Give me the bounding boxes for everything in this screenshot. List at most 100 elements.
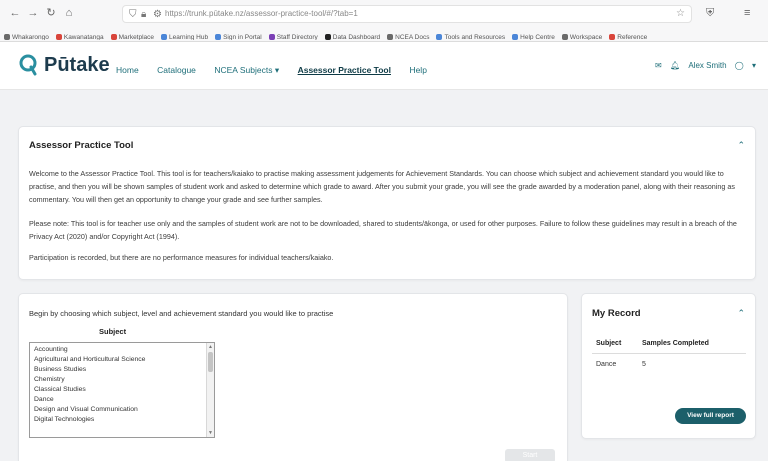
record-title: My Record <box>592 308 641 319</box>
bookmark-favicon-icon <box>215 34 222 40</box>
bookmark-label: Marketplace <box>118 34 155 40</box>
bookmark-favicon-icon <box>110 34 117 40</box>
bookmark-item[interactable]: Marketplace <box>110 31 155 40</box>
bookmark-favicon-icon <box>55 34 62 40</box>
nav-assessor-practice-tool[interactable]: Assessor Practice Tool <box>298 64 391 76</box>
bookmark-item[interactable]: Data Dashboard <box>324 31 381 40</box>
bookmark-favicon-icon <box>387 34 394 40</box>
bookmark-favicon-icon <box>324 34 331 40</box>
subject-option[interactable]: Business Studies <box>34 365 86 375</box>
start-button[interactable]: Start <box>505 449 555 461</box>
bookmark-favicon-icon <box>268 34 275 40</box>
bookmark-favicon-icon <box>512 34 519 40</box>
subject-option[interactable]: Chemistry <box>34 375 65 385</box>
bookmark-item[interactable]: Sign in Portal <box>215 31 262 40</box>
menu-icon[interactable]: ≡ <box>744 6 750 20</box>
intro-paragraph-3: Participation is recorded, but there are… <box>29 253 334 262</box>
user-name[interactable]: Alex Smith <box>688 61 726 70</box>
bookmark-label: Staff Directory <box>276 34 318 40</box>
bookmark-label: Tools and Resources <box>444 34 506 40</box>
putake-logo-icon <box>19 54 37 76</box>
record-row-subject: Dance <box>596 361 617 368</box>
forward-icon[interactable]: → <box>26 6 40 20</box>
bookmark-item[interactable]: Kawanatanga <box>55 31 104 40</box>
collapse-icon[interactable]: ⌃ <box>737 308 745 318</box>
bookmark-favicon-icon <box>609 34 616 40</box>
lock-icon[interactable]: 🔒︎ <box>141 7 146 23</box>
bookmark-item[interactable]: Learning Hub <box>161 31 208 40</box>
shield-icon[interactable]: ⛉ <box>129 7 137 23</box>
bookmark-favicon-icon <box>161 34 168 40</box>
bookmark-favicon-icon <box>561 34 568 40</box>
bookmark-label: Whakarongo <box>12 34 49 40</box>
bookmark-label: Kawanatanga <box>63 34 104 40</box>
app-header: Pūtake Home Catalogue NCEA Subjects ▾ As… <box>0 42 768 90</box>
intro-title: Assessor Practice Tool <box>29 140 134 151</box>
back-icon[interactable]: ← <box>8 6 22 20</box>
notifications-icon[interactable]: 🔔︎ <box>670 61 680 70</box>
chevron-down-icon: ▾ <box>274 65 280 75</box>
scroll-up-icon[interactable]: ▲ <box>207 343 214 351</box>
subject-selection-card: Begin by choosing which subject, level a… <box>18 293 568 461</box>
scroll-down-icon[interactable]: ▼ <box>207 429 214 437</box>
nav-help[interactable]: Help <box>409 64 426 76</box>
browser-chrome: ← → ↻ ⌂ ⛉ 🔒︎ ⚙ https://trunk.pūtake.nz/a… <box>0 0 768 42</box>
subject-option[interactable]: Design and Visual Communication <box>34 405 138 415</box>
bookmark-star-icon[interactable]: ☆ <box>676 6 685 22</box>
bookmarks-bar: Whakarongo Kawanatanga Marketplace Learning… <box>4 26 764 40</box>
nav-catalogue[interactable]: Catalogue <box>157 64 196 76</box>
record-row-samples: 5 <box>642 361 646 368</box>
scrollbar-thumb[interactable] <box>208 352 213 372</box>
address-bar[interactable]: ⛉ 🔒︎ ⚙ https://trunk.pūtake.nz/assessor-… <box>122 5 692 23</box>
messages-icon[interactable]: ✉ <box>655 61 662 70</box>
bookmark-label: Reference <box>617 34 648 40</box>
browser-toolbar: ← → ↻ ⌂ ⛉ 🔒︎ ⚙ https://trunk.pūtake.nz/a… <box>0 3 768 25</box>
subject-option[interactable]: Dance <box>34 395 54 405</box>
permissions-icon[interactable]: ⚙ <box>153 7 162 23</box>
listbox-scrollbar[interactable]: ▲ ▼ <box>206 343 214 437</box>
user-menu-chevron-icon[interactable]: ▾ <box>752 61 756 70</box>
bookmark-label: Help Centre <box>520 34 555 40</box>
bookmark-item[interactable]: Whakarongo <box>4 31 49 40</box>
reload-icon[interactable]: ↻ <box>44 6 58 20</box>
intro-paragraph-2: Please note: This tool is for teacher us… <box>29 219 737 241</box>
record-col-samples: Samples Completed <box>642 340 709 347</box>
bookmark-item[interactable]: Staff Directory <box>268 31 318 40</box>
bookmark-label: Learning Hub <box>169 34 209 40</box>
record-divider <box>592 353 746 354</box>
nav-ncea-subjects[interactable]: NCEA Subjects ▾ <box>214 64 279 76</box>
home-icon[interactable]: ⌂ <box>62 6 76 20</box>
subject-option[interactable]: Digital Technologies <box>34 415 94 425</box>
bookmark-label: Workspace <box>569 34 603 40</box>
nav-ncea-subjects-label: NCEA Subjects <box>214 65 273 75</box>
bookmark-favicon-icon <box>436 34 443 40</box>
my-record-card: My Record ⌃ Subject Samples Completed Da… <box>581 293 756 439</box>
header-user-area: ✉ 🔔︎ Alex Smith ◯ ▾ <box>649 60 756 74</box>
pocket-icon[interactable]: ⛨ <box>706 6 714 20</box>
main-nav: Home Catalogue NCEA Subjects ▾ Assessor … <box>116 60 441 76</box>
subject-label: Subject <box>99 327 127 336</box>
record-col-subject: Subject <box>596 340 622 347</box>
subject-option[interactable]: Accounting <box>34 345 68 355</box>
intro-card: Assessor Practice Tool ⌃ Welcome to the … <box>18 126 756 280</box>
bookmark-item[interactable]: NCEA Docs <box>387 31 429 40</box>
bookmark-item[interactable]: Reference <box>609 31 647 40</box>
bookmark-favicon-icon <box>4 34 10 40</box>
brand-name: Pūtake <box>44 54 110 76</box>
view-full-report-button[interactable]: View full report <box>675 408 746 424</box>
url-text[interactable]: https://trunk.pūtake.nz/assessor-practic… <box>165 6 358 22</box>
subject-listbox[interactable]: Accounting Agricultural and Horticultura… <box>29 342 215 438</box>
bookmark-item[interactable]: Help Centre <box>512 31 555 40</box>
intro-paragraph-1: Welcome to the Assessor Practice Tool. T… <box>29 169 735 204</box>
collapse-icon[interactable]: ⌃ <box>737 140 745 150</box>
bookmark-item[interactable]: Workspace <box>561 31 603 40</box>
nav-home[interactable]: Home <box>116 64 139 76</box>
subject-option[interactable]: Agricultural and Horticultural Science <box>34 355 145 365</box>
bookmark-label: Data Dashboard <box>332 34 381 40</box>
subject-option[interactable]: Classical Studies <box>34 385 86 395</box>
bookmark-label: NCEA Docs <box>395 34 430 40</box>
avatar-icon[interactable]: ◯ <box>735 61 744 70</box>
bookmark-item[interactable]: Tools and Resources <box>436 31 505 40</box>
bookmark-label: Sign in Portal <box>223 34 262 40</box>
selection-prompt: Begin by choosing which subject, level a… <box>29 309 334 318</box>
